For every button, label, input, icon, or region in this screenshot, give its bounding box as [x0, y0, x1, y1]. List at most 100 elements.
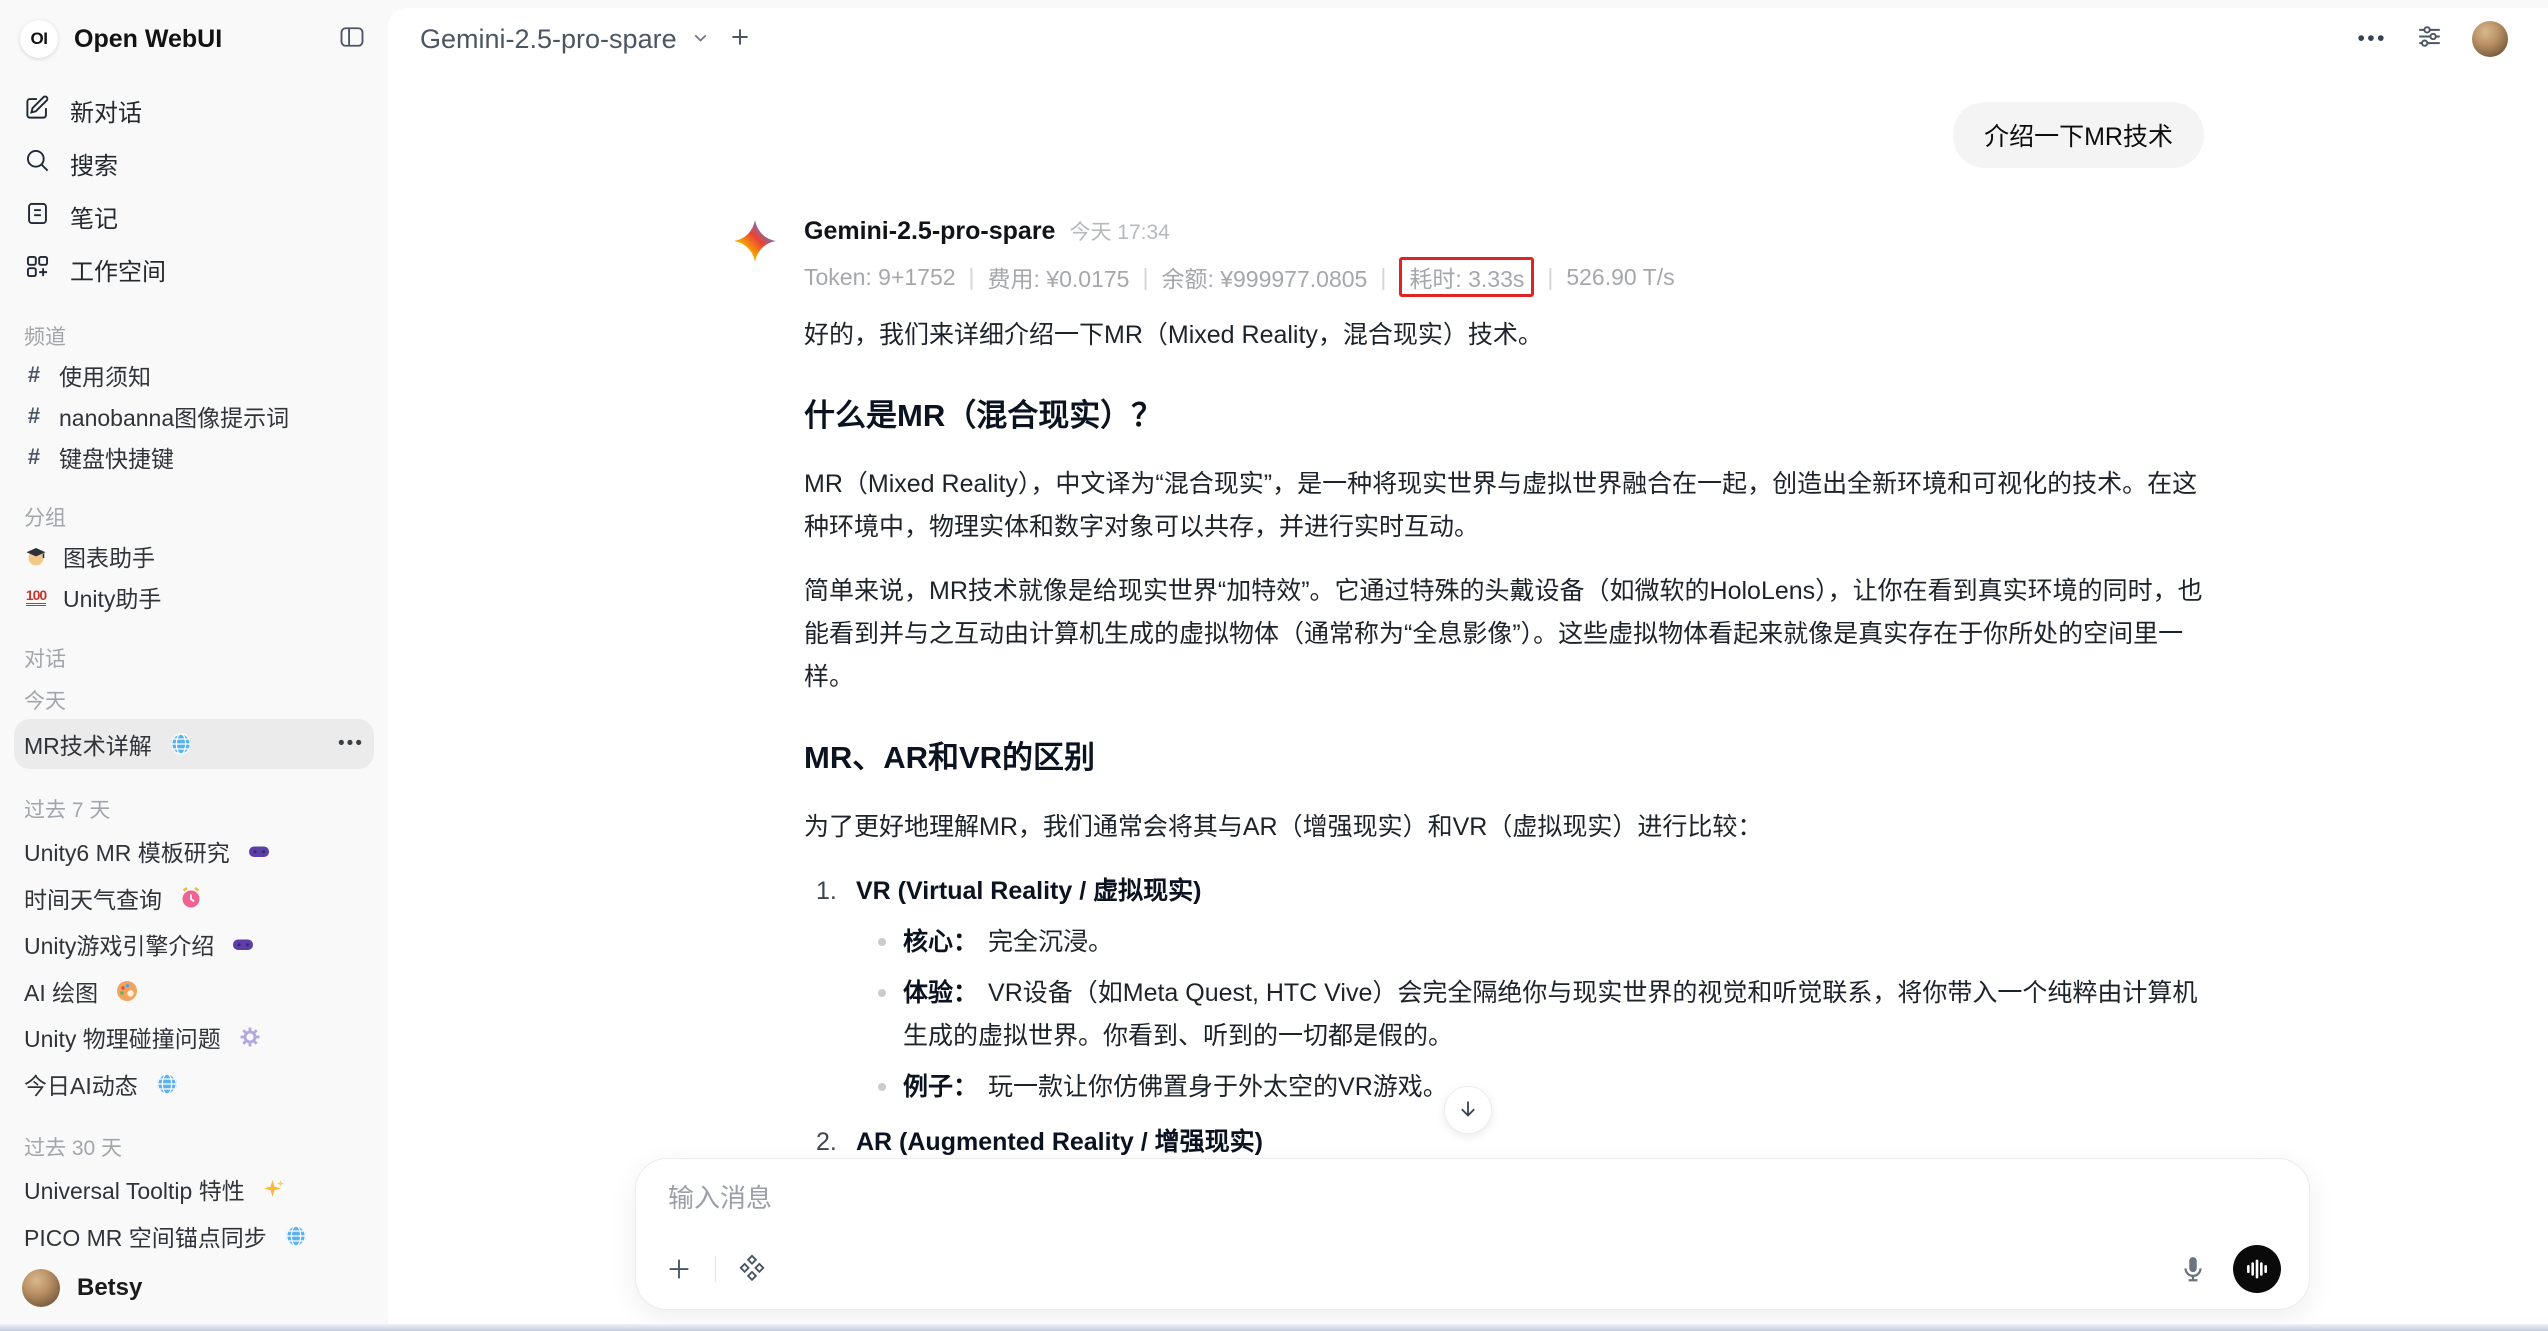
gear-icon [238, 1025, 262, 1049]
overflow-menu-button[interactable]: ••• [2357, 27, 2387, 51]
sliders-icon [2415, 22, 2444, 56]
heading-what-is-mr: 什么是MR（混合现实）？ [804, 389, 2204, 442]
channel-item[interactable]: # nanobanna图像提示词 [14, 396, 374, 437]
openwebui-logo: OI [20, 20, 58, 58]
dictate-button[interactable] [2178, 1254, 2208, 1284]
message-input[interactable] [664, 1181, 2281, 1216]
stat-balance: 余额: ¥999977.0805 [1161, 260, 1367, 294]
channel-item[interactable]: # 使用须知 [14, 355, 374, 396]
chat-item[interactable]: Unity6 MR 模板研究 [14, 828, 374, 875]
user-avatar[interactable] [2472, 21, 2508, 57]
stat-elapsed-highlighted: 耗时: 3.33s [1399, 257, 1534, 297]
controls-button[interactable] [2415, 22, 2444, 56]
diamonds-icon [737, 1254, 767, 1284]
usage-stats: Token: 9+1752 费用: ¥0.0175 余额: ¥999977.08… [804, 257, 2204, 297]
user-name: Betsy [77, 1274, 142, 1302]
microphone-icon [2178, 1254, 2208, 1284]
user-avatar [22, 1269, 60, 1307]
stat-separator [1547, 264, 1553, 291]
channel-label: 键盘快捷键 [59, 440, 174, 474]
sidebar-item-label: 工作空间 [70, 252, 166, 287]
stat-token: Token: 9+1752 [804, 264, 956, 291]
chat-label: Unity游戏引擎介绍 [24, 927, 214, 961]
channel-item[interactable]: # 键盘快捷键 [14, 436, 374, 477]
globe-icon [284, 1224, 308, 1248]
paragraph: 为了更好地理解MR，我们通常会将其与AR（增强现实）和VR（虚拟现实）进行比较： [804, 806, 2204, 849]
group-label: 图表助手 [63, 539, 155, 573]
sidebar-item-new-chat[interactable]: 新对话 [14, 84, 374, 137]
chat-item[interactable]: 今日AI动态 [14, 1060, 374, 1107]
window-bottom-edge [0, 1324, 2548, 1331]
chat-item[interactable]: PICO MR 空间锚点同步 [14, 1213, 374, 1260]
hash-icon: # [24, 403, 44, 429]
app-title: Open WebUI [74, 25, 322, 54]
chat-item[interactable]: Unity 物理碰撞问题 [14, 1014, 374, 1061]
hash-icon: # [24, 444, 44, 470]
section-title-channels: 频道 [24, 321, 364, 351]
chat-item[interactable]: AI 绘图 [14, 967, 374, 1014]
message-timestamp: 今天 17:34 [1069, 216, 1169, 246]
group-item[interactable]: Unity助手 [14, 577, 374, 618]
assistant-message: Gemini-2.5-pro-spare 今天 17:34 Token: 9+1… [732, 216, 2204, 1313]
chat-label: Unity 物理碰撞问题 [24, 1020, 221, 1054]
sparkles-icon [262, 1177, 286, 1201]
app-window: OI Open WebUI 新对话 搜索 [0, 0, 2548, 1331]
scroll-to-bottom-button[interactable] [1444, 1086, 1492, 1134]
sidebar-item-label: 新对话 [70, 93, 142, 128]
chat-label: Universal Tooltip 特性 [24, 1172, 245, 1206]
stat-separator [1142, 264, 1148, 291]
tools-button[interactable] [737, 1254, 767, 1284]
sidebar-item-workspace[interactable]: 工作空间 [14, 243, 374, 296]
sidebar-item-search[interactable]: 搜索 [14, 137, 374, 190]
group-label: Unity助手 [63, 580, 161, 614]
composer-right [2178, 1245, 2281, 1293]
sidebar-toggle-button[interactable] [338, 23, 366, 56]
message-composer [635, 1158, 2310, 1310]
chat-item-menu[interactable]: ••• [338, 733, 364, 755]
list-item-vr: 1. VR (Virtual Reality / 虚拟现实) 核心：完全沉浸。 … [804, 870, 2204, 1109]
new-chat-icon [24, 94, 51, 128]
globe-icon [169, 732, 193, 756]
paragraph: MR（Mixed Reality），中文译为“混合现实”，是一种将现实世界与虚拟… [804, 463, 2204, 549]
section-title-week: 过去 7 天 [24, 794, 364, 824]
gamepad-icon [231, 932, 255, 956]
chat-item[interactable]: 时间天气查询 [14, 874, 374, 921]
user-message: 介绍一下MR技术 [732, 102, 2204, 168]
paragraph: 好的，我们来详细介绍一下MR（Mixed Reality，混合现实）技术。 [804, 314, 2204, 357]
bullet: 例子：玩一款让你仿佛置身于外太空的VR游戏。 [876, 1066, 2204, 1109]
sidebar-item-notes[interactable]: 笔记 [14, 190, 374, 243]
gamepad-icon [247, 839, 271, 863]
chat-label: PICO MR 空间锚点同步 [24, 1219, 267, 1253]
hash-icon: # [24, 362, 44, 388]
chat-item[interactable]: Unity游戏引擎介绍 [14, 921, 374, 968]
student-icon [24, 544, 48, 568]
attach-button[interactable] [664, 1254, 694, 1284]
chat-label: 时间天气查询 [24, 881, 162, 915]
user-message-bubble: 介绍一下MR技术 [1953, 102, 2204, 168]
main-area: Gemini-2.5-pro-spare ••• [388, 0, 2548, 1331]
toolbar-divider [715, 1256, 716, 1282]
section-title-today: 今天 [24, 685, 364, 715]
assistant-name: Gemini-2.5-pro-spare [804, 217, 1055, 246]
assistant-message-body: Gemini-2.5-pro-spare 今天 17:34 Token: 9+1… [804, 216, 2204, 1313]
sidebar-header: OI Open WebUI [14, 16, 374, 62]
model-selector[interactable]: Gemini-2.5-pro-spare [420, 24, 711, 55]
group-item[interactable]: 图表助手 [14, 536, 374, 577]
sidebar-toggle-icon [338, 23, 366, 56]
user-menu[interactable]: Betsy [14, 1259, 374, 1317]
voice-mode-button[interactable] [2233, 1245, 2281, 1293]
list-title: VR (Virtual Reality / 虚拟现实) [856, 870, 1201, 913]
composer-toolbar [664, 1245, 2281, 1293]
assistant-header: Gemini-2.5-pro-spare 今天 17:34 [804, 216, 2204, 246]
globe-icon [155, 1072, 179, 1096]
chevron-down-icon [690, 24, 711, 55]
chat-item-selected[interactable]: MR技术详解 ••• [14, 719, 374, 769]
section-title-groups: 分组 [24, 502, 364, 532]
stat-cost: 费用: ¥0.0175 [988, 260, 1130, 294]
chat-item[interactable]: Universal Tooltip 特性 [14, 1166, 374, 1213]
chat-label: MR技术详解 [24, 727, 152, 761]
add-model-button[interactable] [727, 24, 753, 55]
model-name: Gemini-2.5-pro-spare [420, 24, 677, 55]
channel-label: 使用须知 [59, 358, 151, 392]
hundred-points-icon [24, 585, 48, 609]
